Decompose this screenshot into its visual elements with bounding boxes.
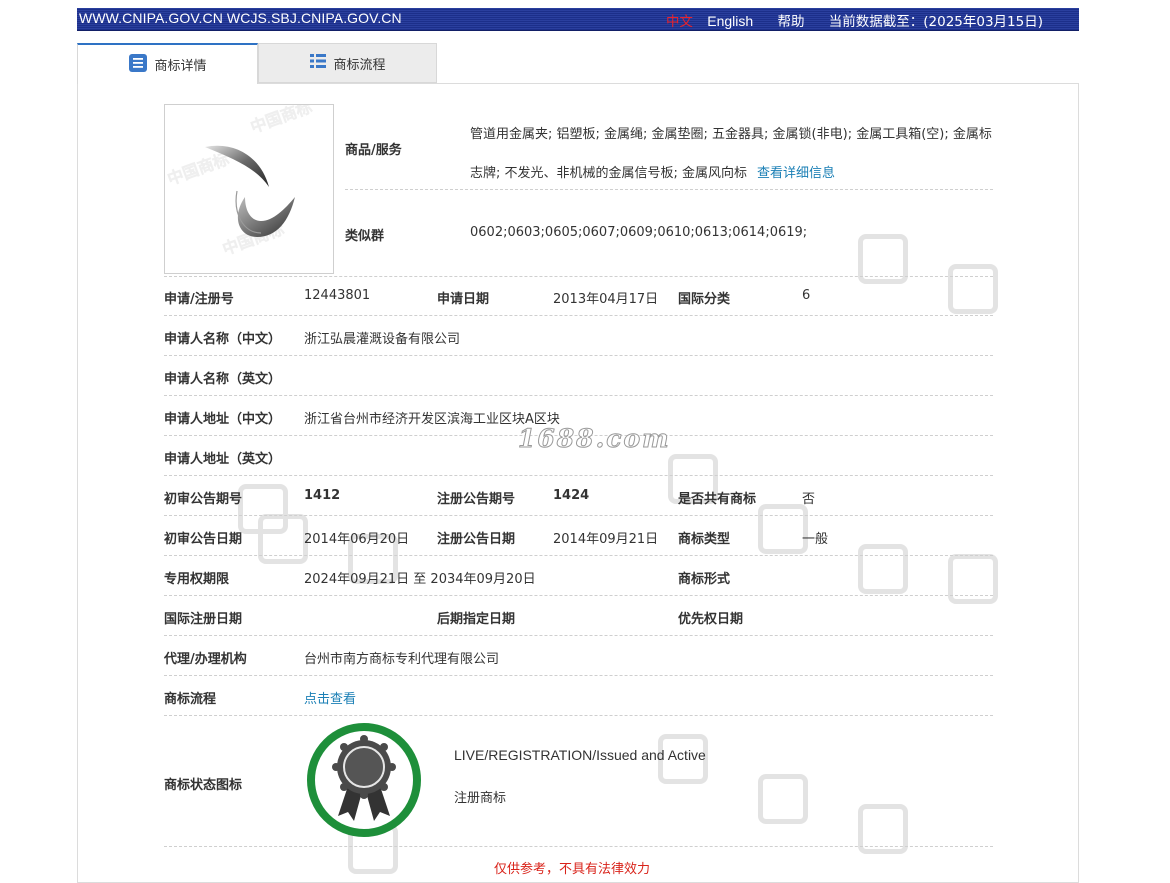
exclusive-period-label: 专用权期限 — [164, 572, 230, 587]
prelim-date-value: 2014年06月20日 — [304, 532, 410, 547]
detail-panel: 中国商标 中国商标 中国商标 商品/服务 管道用金属夹; 铝塑板; 金属绳; 金… — [77, 83, 1079, 883]
view-flow-link[interactable]: 点击查看 — [304, 688, 356, 707]
intl-class-value: 6 — [802, 288, 811, 303]
application-date-label: 申请日期 — [437, 292, 490, 307]
status-icon-label: 商标状态图标 — [164, 778, 243, 793]
similar-group-value: 0602;0603;0605;0607;0609;0610;0613;0614;… — [470, 225, 808, 240]
status-text-en: LIVE/REGISTRATION/Issued and Active — [454, 747, 706, 763]
top-bar-actions: 中文 English 帮助 当前数据截至：(2025年03月15日) — [666, 10, 1043, 30]
watermark-1688: 1688.com — [518, 424, 671, 454]
language-chinese-link[interactable]: 中文 — [666, 14, 693, 30]
agency-value: 台州市南方商标专利代理有限公司 — [304, 652, 500, 667]
tab-label: 商标流程 — [333, 57, 386, 73]
divider — [164, 635, 993, 636]
applicant-name-en-label: 申请人名称（英文） — [164, 372, 282, 387]
later-designation-label: 后期指定日期 — [437, 612, 516, 627]
divider — [164, 475, 993, 476]
divider — [164, 355, 993, 356]
prelim-date-label: 初审公告日期 — [164, 532, 243, 547]
registration-number-value: 12443801 — [304, 288, 371, 303]
shared-trademark-value: 否 — [802, 492, 816, 507]
grid-list-icon — [309, 52, 327, 74]
applicant-name-cn-label: 申请人名称（中文） — [164, 332, 282, 347]
registration-number-label: 申请/注册号 — [164, 292, 234, 307]
tab-trademark-detail[interactable]: 商标详情 — [77, 43, 258, 84]
reg-date-value: 2014年09月21日 — [553, 532, 659, 547]
help-link[interactable]: 帮助 — [777, 14, 804, 30]
divider — [164, 315, 993, 316]
document-list-icon — [128, 53, 148, 77]
top-bar: WWW.CNIPA.GOV.CN WCJS.SBJ.CNIPA.GOV.CN 中… — [77, 8, 1079, 31]
applicant-address-en-label: 申请人地址（英文） — [164, 452, 282, 467]
site-domains: WWW.CNIPA.GOV.CN WCJS.SBJ.CNIPA.GOV.CN — [79, 10, 402, 26]
goods-services-value: 管道用金属夹; 铝塑板; 金属绳; 金属垫圈; 五金器具; 金属锁(非电); 金… — [470, 115, 1000, 193]
goods-services-text: 管道用金属夹; 铝塑板; 金属绳; 金属垫圈; 五金器具; 金属锁(非电); 金… — [470, 127, 992, 181]
trademark-type-label: 商标类型 — [678, 532, 731, 547]
tab-label: 商标详情 — [154, 59, 207, 74]
divider — [164, 846, 993, 847]
divider — [164, 595, 993, 596]
prelim-issue-label: 初审公告期号 — [164, 492, 243, 507]
trademark-logo: 中国商标 中国商标 中国商标 — [164, 104, 334, 274]
shared-trademark-label: 是否共有商标 — [678, 492, 757, 507]
svg-text:中国商标: 中国商标 — [248, 105, 315, 137]
priority-date-label: 优先权日期 — [678, 612, 744, 627]
trademark-form-label: 商标形式 — [678, 572, 731, 587]
similar-group-label: 类似群 — [345, 229, 385, 244]
tab-bar: 商标详情 商标流程 — [77, 43, 437, 84]
data-as-of: 当前数据截至：(2025年03月15日) — [828, 14, 1043, 30]
divider — [164, 715, 993, 716]
prelim-issue-value: 1412 — [304, 488, 341, 503]
svg-text:中国商标: 中国商标 — [165, 149, 232, 189]
divider — [164, 276, 993, 277]
intl-reg-date-label: 国际注册日期 — [164, 612, 243, 627]
status-text-cn: 注册商标 — [454, 791, 507, 806]
trademark-type-value: 一般 — [802, 532, 829, 547]
registered-status-badge-icon — [304, 720, 424, 840]
reg-issue-label: 注册公告期号 — [437, 492, 516, 507]
intl-class-label: 国际分类 — [678, 292, 731, 307]
divider — [164, 555, 993, 556]
divider — [345, 189, 993, 190]
reg-issue-value: 1424 — [553, 488, 590, 503]
trademark-flow-label: 商标流程 — [164, 692, 217, 707]
view-details-link[interactable]: 查看详细信息 — [757, 166, 835, 181]
language-english-link[interactable]: English — [707, 13, 753, 29]
tab-trademark-flow[interactable]: 商标流程 — [258, 43, 437, 83]
goods-services-label: 商品/服务 — [345, 143, 402, 158]
reg-date-label: 注册公告日期 — [437, 532, 516, 547]
divider — [164, 515, 993, 516]
applicant-address-cn-label: 申请人地址（中文） — [164, 412, 282, 427]
disclaimer: 仅供参考，不具有法律效力 — [494, 862, 651, 877]
applicant-name-cn-value: 浙江弘晨灌溉设备有限公司 — [304, 332, 461, 347]
divider — [164, 395, 993, 396]
agency-label: 代理/办理机构 — [164, 652, 247, 667]
exclusive-period-value: 2024年09月21日 至 2034年09月20日 — [304, 572, 536, 587]
divider — [164, 675, 993, 676]
application-date-value: 2013年04月17日 — [553, 292, 659, 307]
